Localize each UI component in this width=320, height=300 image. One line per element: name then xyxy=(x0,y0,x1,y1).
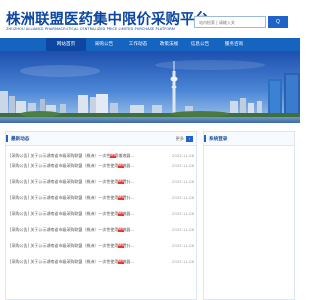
news-list-item[interactable]: [采购公告] 关于公示湖南省市级采购联盟（株洲）一次性使用留置针... NEW … xyxy=(10,194,194,201)
news-item-date: 2023-11-08 xyxy=(171,153,194,158)
new-badge: NEW xyxy=(118,259,125,264)
news-list-item[interactable]: [采购公告] 关于公示湖南省市级采购联盟（株洲）一次性使用输液器... NEW … xyxy=(10,210,194,217)
site-subtitle: ZHUZHOU ALLIANCE PHARMACEUTICAL CENTRALI… xyxy=(6,27,175,31)
news-list-item[interactable]: [采购公告] 关于公示湖南省市级采购联盟（株洲）一次性使用输液器... NEW … xyxy=(10,226,194,233)
news-panel: 最新动态 更多 › [采购公告] 关于公示湖南省市级采购联盟（株洲）一次性使用输… xyxy=(5,131,197,300)
news-list-item[interactable]: [采购公告] 关于公示湖南省市级采购联盟（株洲）一次性使用留置针... NEW … xyxy=(10,178,194,185)
system-login-panel: 系统登录 xyxy=(203,131,295,300)
news-item-text[interactable]: [采购公告] 关于公示湖南省市级采购联盟（株洲）一次性使用留置针... xyxy=(10,194,134,201)
news-item-date: 2023-11-08 xyxy=(171,195,194,200)
banner-cityscape xyxy=(0,51,300,123)
new-badge: NEW xyxy=(118,163,125,168)
new-badge: NEW xyxy=(118,227,125,232)
main-nav: 网站首页 采购公告 工作动态 政策法规 信息公告 服务咨询 xyxy=(0,38,300,51)
system-login-header: 系统登录 xyxy=(204,132,294,146)
news-item-date: 2023-11-08 xyxy=(171,227,194,232)
search-input[interactable] xyxy=(194,16,266,28)
nav-item-service[interactable]: 服务咨询 xyxy=(216,38,252,51)
title-accent-bar xyxy=(204,135,206,142)
news-panel-header: 最新动态 更多 › xyxy=(6,132,196,146)
news-item-text[interactable]: [采购公告] 关于公示湖南省市级采购联盟（株洲）一次性使用留置针... xyxy=(10,242,134,249)
nav-item-work-updates[interactable]: 工作动态 xyxy=(122,38,154,51)
news-item-date: 2023-11-08 xyxy=(171,163,194,168)
news-item-date: 2023-11-08 xyxy=(171,243,194,248)
search-icon: Q xyxy=(276,19,280,25)
new-badge: NEW xyxy=(118,179,125,184)
news-panel-title: 最新动态 xyxy=(11,137,30,142)
news-item-text[interactable]: [采购公告] 关于公示湖南省市级采购联盟（株洲）一次性使用输液器... xyxy=(10,226,134,233)
nav-item-home[interactable]: 网站首页 xyxy=(46,38,86,51)
cityscape-image xyxy=(0,51,300,123)
system-login-title: 系统登录 xyxy=(209,137,228,142)
new-badge: NEW xyxy=(118,211,125,216)
nav-item-purchase-notice[interactable]: 采购公告 xyxy=(86,38,122,51)
news-item-date: 2023-11-08 xyxy=(171,179,194,184)
news-item-text[interactable]: [采购公告] 关于公示湖南省市级采购联盟（株洲）一次性使用输液器... xyxy=(10,210,134,217)
nav-item-policies[interactable]: 政策法规 xyxy=(154,38,184,51)
search-button[interactable]: Q xyxy=(268,16,288,28)
news-item-text[interactable]: [采购公告] 关于公示湖南省市级采购联盟（株洲）一次性使用输液器... xyxy=(10,162,134,169)
news-more-link[interactable]: 更多 xyxy=(176,136,184,142)
title-accent-bar xyxy=(6,135,8,142)
new-badge: NEW xyxy=(118,243,125,248)
news-list-item[interactable]: [采购公告] 关于公示湖南省市级采购联盟（株洲）一次性使用输液器... NEW … xyxy=(10,152,194,159)
news-list-item[interactable]: [采购公告] 关于公示湖南省市级采购联盟（株洲）一次性使用留置针... NEW … xyxy=(10,242,194,249)
news-item-text[interactable]: [采购公告] 关于公示湖南省市级采购联盟（株洲）一次性使用输液器... xyxy=(10,258,134,265)
new-badge: NEW xyxy=(118,195,125,200)
site-header: 株洲联盟医药集中限价采购平台 ZHUZHOU ALLIANCE PHARMACE… xyxy=(0,0,300,38)
news-item-date: 2023-11-08 xyxy=(171,211,194,216)
news-list-item[interactable]: [采购公告] 关于公示湖南省市级采购联盟（株洲）一次性使用输液器... NEW … xyxy=(10,258,194,265)
news-item-text[interactable]: [采购公告] 关于公示湖南省市级采购联盟（株洲）一次性使用留置针... xyxy=(10,178,134,185)
news-list-item[interactable]: [采购公告] 关于公示湖南省市级采购联盟（株洲）一次性使用输液器... NEW … xyxy=(10,162,194,169)
nav-item-info-notice[interactable]: 信息公告 xyxy=(184,38,216,51)
site-title: 株洲联盟医药集中限价采购平台 xyxy=(6,11,209,28)
chevron-right-icon[interactable]: › xyxy=(186,135,193,142)
news-item-date: 2023-11-08 xyxy=(171,259,194,264)
new-badge: NEW xyxy=(110,153,117,158)
